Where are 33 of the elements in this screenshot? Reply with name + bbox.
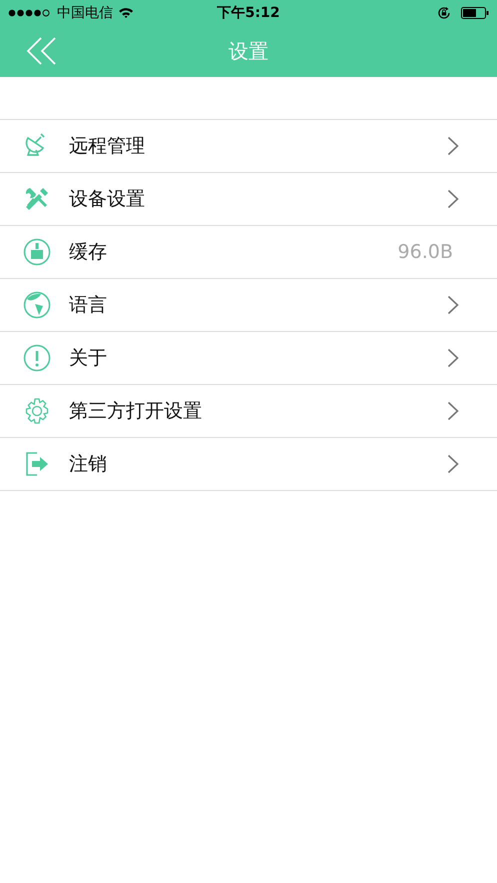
settings-row[interactable]: 注销 [0,438,497,491]
row-label: 远程管理 [69,134,146,159]
settings-icon [23,397,51,425]
settings-row[interactable]: 远程管理 [0,120,497,173]
back-icon[interactable] [26,37,58,65]
chevron-icon [447,189,459,209]
exclamation-icon [23,344,51,372]
row-label: 语言 [69,293,108,318]
row-label: 设备设置 [69,187,146,212]
chevron-icon [447,454,459,474]
settings-row[interactable]: 关于 [0,332,497,385]
chevron-icon [447,348,459,368]
wifi-icon [118,6,134,18]
settings-row[interactable]: 设备设置 [0,173,497,226]
globe-icon [23,291,51,319]
row-label: 注销 [69,452,108,477]
chevron-icon [447,401,459,421]
chevron-icon [447,136,459,156]
carrier-name: 中国电信 [57,4,113,22]
rotation-lock-icon [436,6,451,20]
cache-size: 96.0B [398,241,453,263]
battery-icon [460,6,489,18]
status-time: 下午5:12 [217,4,280,22]
wrench-screwdriver-icon [23,185,51,213]
chevron-icon [447,295,459,315]
signal-icon [8,8,52,16]
page-title: 设置 [228,38,268,64]
settings-row[interactable]: 第三方打开设置 [0,385,497,438]
row-label: 关于 [69,346,108,371]
row-label: 第三方打开设置 [69,399,203,424]
settings-row[interactable]: 缓存 96.0B [0,226,497,279]
row-label: 缓存 [69,240,108,265]
settings-row[interactable]: 语言 [0,279,497,332]
